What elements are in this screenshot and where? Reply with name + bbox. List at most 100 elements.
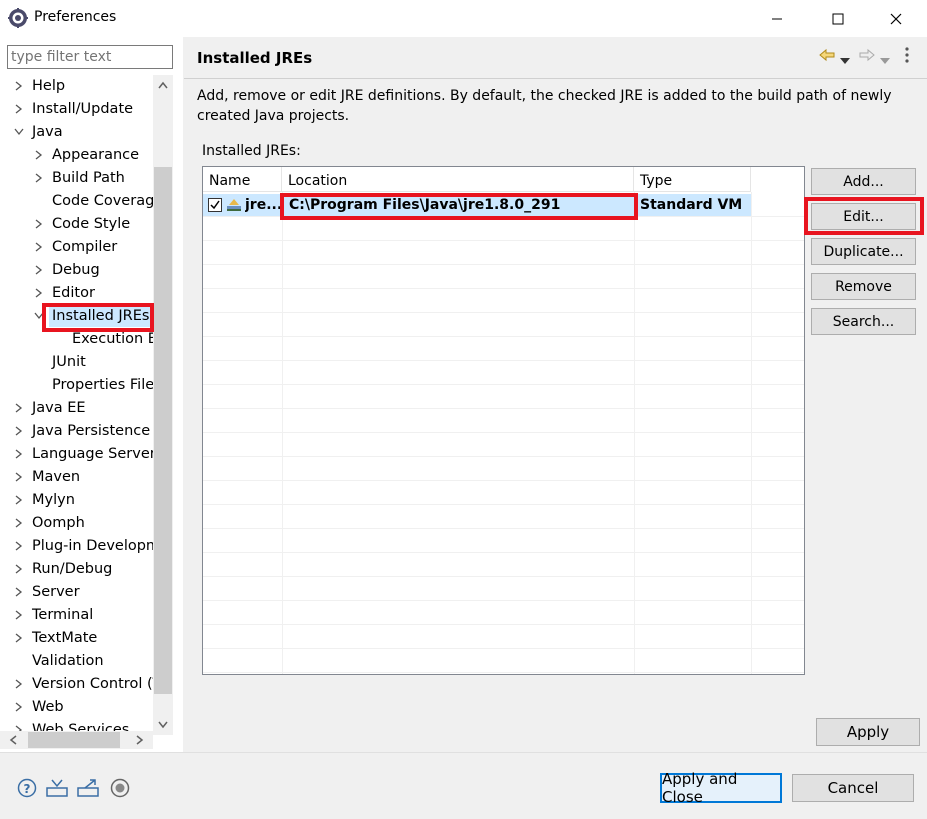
minimize-icon[interactable] (754, 0, 800, 37)
chevron-down-icon[interactable] (12, 121, 26, 143)
cancel-button[interactable]: Cancel (792, 774, 914, 802)
tree-item-label: Editor (52, 285, 95, 301)
tree-vertical-scrollbar[interactable] (153, 75, 173, 735)
chevron-right-icon[interactable] (12, 443, 26, 465)
tree-item[interactable]: Oomph (0, 512, 153, 534)
column-gridline (751, 192, 752, 674)
tree-item[interactable]: Editor (0, 282, 153, 304)
search-button[interactable]: Search... (811, 308, 916, 335)
tree-item[interactable]: Install/Update (0, 98, 153, 120)
column-header-type[interactable]: Type (634, 167, 751, 192)
tree-item[interactable]: Properties Files Editor (0, 374, 153, 396)
tree-item[interactable]: JUnit (0, 351, 153, 373)
tree-item-label: Help (32, 78, 66, 94)
view-menu-icon[interactable] (904, 46, 910, 68)
column-header-location[interactable]: Location (282, 167, 634, 192)
chevron-right-icon[interactable] (32, 259, 46, 281)
tree-item[interactable]: Java (0, 121, 153, 143)
forward-arrow-icon[interactable] (858, 47, 876, 67)
add-button[interactable]: Add... (811, 168, 916, 195)
remove-button[interactable]: Remove (811, 273, 916, 300)
forward-menu-icon[interactable] (880, 52, 890, 68)
tree-item[interactable]: Version Control (Team) (0, 673, 153, 695)
tree-item-label: Java EE (32, 400, 86, 416)
tree-item[interactable]: Debug (0, 259, 153, 281)
tree-item[interactable]: Appearance (0, 144, 153, 166)
jre-table[interactable]: Name Location Type jre... C:\Program Fil… (202, 166, 805, 675)
apply-and-close-button[interactable]: Apply and Close (660, 770, 782, 806)
back-menu-icon[interactable] (840, 52, 850, 68)
tree-item[interactable]: Java EE (0, 397, 153, 419)
chevron-right-icon[interactable] (12, 604, 26, 626)
tree-item[interactable]: Validation (0, 650, 153, 672)
tree-item[interactable]: Maven (0, 466, 153, 488)
chevron-right-icon[interactable] (12, 397, 26, 419)
scroll-up-icon[interactable] (153, 75, 173, 95)
tree-item-label: Properties Files Editor (52, 377, 153, 393)
help-icon[interactable]: ? (16, 777, 38, 799)
tree-item[interactable]: Compiler (0, 236, 153, 258)
tree-item[interactable]: Language Servers (0, 443, 153, 465)
scroll-left-icon[interactable] (6, 731, 20, 749)
bottom-bar: ? Apply and Close Cancel (0, 752, 927, 819)
chevron-right-icon[interactable] (12, 98, 26, 120)
tree-item-label: Code Coverage (52, 193, 153, 209)
tree-item-label: Install/Update (32, 101, 134, 117)
tree-item[interactable]: Run/Debug (0, 558, 153, 580)
chevron-right-icon[interactable] (12, 627, 26, 649)
scroll-down-icon[interactable] (153, 715, 173, 735)
chevron-right-icon[interactable] (12, 696, 26, 718)
chevron-right-icon[interactable] (12, 673, 26, 695)
tree-item[interactable]: Server (0, 581, 153, 603)
scroll-right-icon[interactable] (133, 731, 147, 749)
chevron-right-icon[interactable] (12, 512, 26, 534)
chevron-right-icon[interactable] (12, 535, 26, 557)
duplicate-button[interactable]: Duplicate... (811, 238, 916, 265)
back-arrow-icon[interactable] (818, 47, 836, 67)
apply-button[interactable]: Apply (816, 718, 920, 746)
chevron-down-icon[interactable] (32, 305, 46, 327)
chevron-right-icon[interactable] (12, 489, 26, 511)
column-header-name[interactable]: Name (203, 167, 282, 192)
chevron-right-icon[interactable] (32, 282, 46, 304)
tree-item[interactable]: Mylyn (0, 489, 153, 511)
chevron-right-icon[interactable] (12, 75, 26, 97)
table-row[interactable]: jre... C:\Program Files\Java\jre1.8.0_29… (203, 194, 751, 216)
tree-item[interactable]: TextMate (0, 627, 153, 649)
record-icon[interactable] (109, 777, 131, 799)
eclipse-gear-icon (8, 8, 28, 28)
chevron-right-icon[interactable] (12, 466, 26, 488)
jre-checkbox[interactable] (208, 198, 222, 212)
row-gridline (203, 360, 804, 361)
chevron-right-icon[interactable] (12, 581, 26, 603)
export-icon[interactable] (77, 777, 99, 799)
hscrollbar-thumb[interactable] (28, 732, 120, 748)
jre-type-cell: Standard VM (640, 197, 743, 213)
chevron-right-icon[interactable] (32, 167, 46, 189)
tree-item[interactable]: Code Coverage (0, 190, 153, 212)
preference-tree: Help Install/Update Java Appearance Build Pa… (0, 75, 153, 735)
chevron-right-icon[interactable] (12, 420, 26, 442)
chevron-right-icon[interactable] (32, 213, 46, 235)
chevron-right-icon[interactable] (32, 144, 46, 166)
chevron-right-icon[interactable] (32, 236, 46, 258)
tree-item[interactable]: Code Style (0, 213, 153, 235)
tree-item[interactable]: Web (0, 696, 153, 718)
tree-item[interactable]: Execution Environments (0, 328, 153, 350)
filter-input[interactable] (7, 45, 173, 69)
tree-item[interactable]: Build Path (0, 167, 153, 189)
tree-item[interactable]: Java Persistence (0, 420, 153, 442)
scrollbar-thumb[interactable] (154, 167, 172, 694)
tree-item[interactable]: Terminal (0, 604, 153, 626)
page-title: Installed JREs (197, 49, 313, 67)
maximize-icon[interactable] (815, 0, 861, 37)
tree-item[interactable]: Installed JREs (0, 305, 153, 327)
tree-item-label: Debug (52, 262, 100, 278)
edit-button[interactable]: Edit... (811, 203, 916, 230)
import-icon[interactable] (46, 777, 68, 799)
tree-item[interactable]: Help (0, 75, 153, 97)
close-icon[interactable] (873, 0, 919, 37)
tree-horizontal-scrollbar[interactable] (0, 731, 153, 749)
chevron-right-icon[interactable] (12, 558, 26, 580)
tree-item[interactable]: Plug-in Development (0, 535, 153, 557)
